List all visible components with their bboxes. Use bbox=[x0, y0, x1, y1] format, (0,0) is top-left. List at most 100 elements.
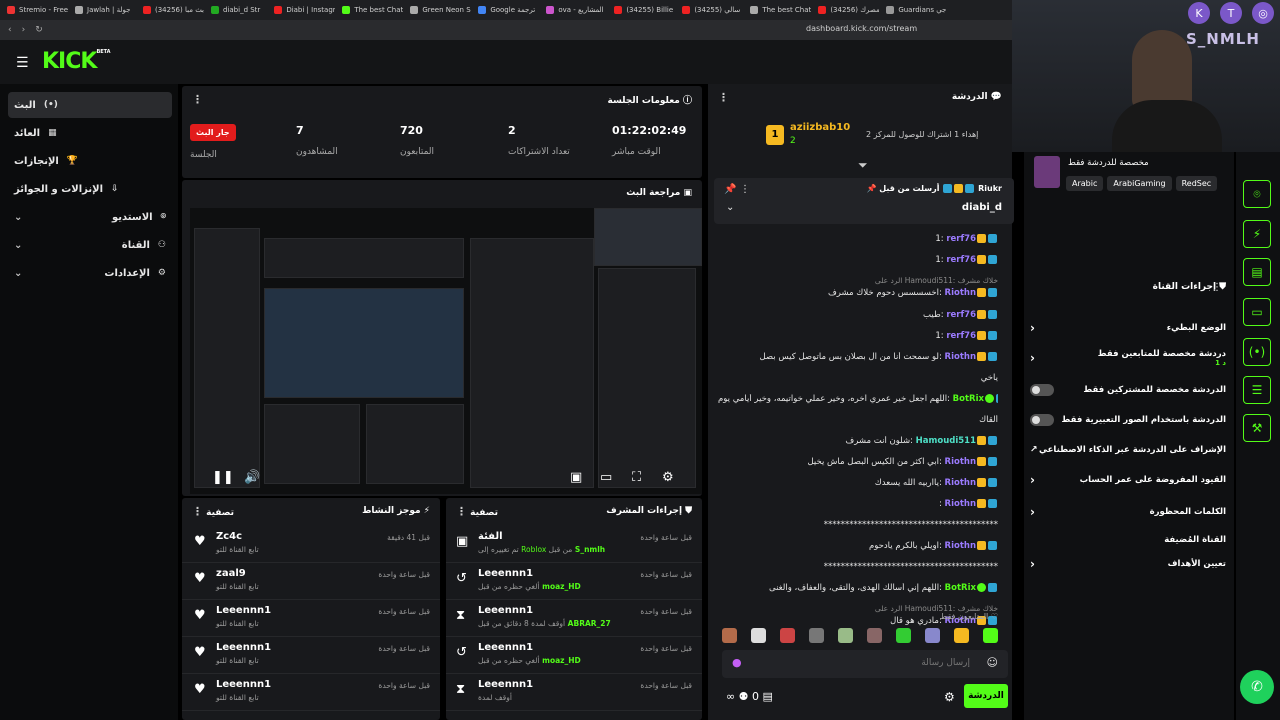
activity-row[interactable]: ♥ Leeennn1 تابع القناة للتو قبل ساعة واحدة bbox=[182, 600, 440, 637]
filter-button[interactable]: تصفية bbox=[206, 508, 234, 518]
sidebar-item[interactable]: الإنجازات 🏆 bbox=[8, 148, 172, 174]
sidebar-item[interactable]: الإنزالات و الجوائز ⇩ bbox=[8, 176, 172, 202]
mod-action-row[interactable]: ↺ Leeennn1 ألغي حظره من قبل moaz_HD قبل ساع… bbox=[446, 563, 702, 600]
sidebar-item[interactable]: الإعدادات ⚙ ⌄ bbox=[8, 260, 172, 286]
kebab-icon[interactable]: ⋮ bbox=[718, 91, 729, 104]
volume-icon[interactable]: 🔊 bbox=[244, 470, 260, 485]
browser-tab[interactable]: The best Chatb bbox=[335, 0, 403, 20]
emote-icon[interactable] bbox=[838, 628, 853, 643]
settings-icon[interactable]: ⚙ bbox=[944, 690, 955, 704]
mod-action-moderator[interactable]: S_nmlh bbox=[572, 545, 605, 554]
camera-icon[interactable]: ⌾ bbox=[1243, 180, 1271, 208]
forward-icon[interactable]: › bbox=[22, 25, 26, 35]
sidebar-item[interactable]: العائد ▦ bbox=[8, 120, 172, 146]
kebab-icon[interactable]: ⋮ bbox=[192, 505, 203, 518]
activity-row[interactable]: ♥ Zc4c تابع القناة للتو قبل 41 دقيقة bbox=[182, 526, 440, 563]
mic-icon[interactable]: ● bbox=[732, 656, 742, 669]
browser-tab[interactable]: Jawlah | جولة bbox=[68, 0, 136, 20]
channel-action-item[interactable]: › دردشة مخصصة للمتابعين فقط 1 د bbox=[1030, 346, 1226, 370]
whatsapp-icon[interactable]: ✆ bbox=[1240, 670, 1274, 704]
channel-action-item[interactable]: › الكلمات المحظورة bbox=[1030, 500, 1226, 524]
chevron-down-icon[interactable]: ⌄ bbox=[726, 202, 734, 213]
mod-action-row[interactable]: ↺ Leeennn1 ألغي حظره من قبل moaz_HD قبل ساع… bbox=[446, 637, 702, 674]
chat-username[interactable]: BotRix bbox=[945, 583, 976, 593]
browser-tab[interactable]: ova - المشاريع bbox=[539, 0, 607, 20]
chat-username[interactable]: Riothn bbox=[945, 541, 976, 551]
browser-tab[interactable]: Green Neon Sc bbox=[403, 0, 471, 20]
pause-icon[interactable]: ❚❚ bbox=[212, 470, 234, 485]
chevron-right-icon[interactable]: › bbox=[1030, 321, 1035, 335]
mod-action-user[interactable]: Leeennn1 bbox=[478, 679, 533, 690]
chat-input[interactable]: إرسال رسالة ☺ ● bbox=[722, 650, 1008, 678]
browser-tab[interactable]: Stremio - Free bbox=[0, 0, 68, 20]
settings-icon[interactable]: ⚙ bbox=[662, 470, 674, 485]
top-gifter-user[interactable]: aziizbab10 bbox=[790, 122, 850, 133]
document-icon[interactable]: ▤ bbox=[1243, 258, 1271, 286]
sidebar-item[interactable]: القناة ⚇ ⌄ bbox=[8, 232, 172, 258]
mod-action-moderator[interactable]: moaz_HD bbox=[540, 656, 581, 665]
emote-icon[interactable] bbox=[722, 628, 737, 643]
browser-tab[interactable]: The best Chatb bbox=[743, 0, 811, 20]
toggle-switch[interactable] bbox=[1030, 384, 1054, 396]
mod-action-moderator[interactable]: ABRAR_27 bbox=[565, 619, 611, 628]
browser-tab[interactable]: Guardians اجي bbox=[879, 0, 947, 20]
channel-action-item[interactable]: › الوضع البطيء bbox=[1030, 316, 1226, 340]
activity-user[interactable]: Leeennn1 bbox=[216, 679, 271, 690]
mod-action-row[interactable]: ⧗ Leeennn1 أوقف لمدة قبل ساعة واحدة bbox=[446, 674, 702, 711]
mod-action-moderator[interactable]: moaz_HD bbox=[540, 582, 581, 591]
activity-user[interactable]: Leeennn1 bbox=[216, 642, 271, 653]
chevron-right-icon[interactable]: › bbox=[1030, 557, 1035, 571]
activity-user[interactable]: zaal9 bbox=[216, 568, 246, 579]
browser-tab[interactable]: (34255) Billie E bbox=[607, 0, 675, 20]
emote-icon[interactable] bbox=[925, 628, 940, 643]
mod-action-row[interactable]: ▣ الفئة تم تغييره إلى Roblox من قبل S_nmlh… bbox=[446, 526, 702, 563]
kick-logo[interactable]: KICKBETA bbox=[42, 49, 111, 74]
emote-icon[interactable] bbox=[954, 628, 969, 643]
chat-username[interactable]: Riothn bbox=[945, 457, 976, 467]
broadcast-icon[interactable]: (•) bbox=[1243, 338, 1271, 366]
emote-icon[interactable] bbox=[751, 628, 766, 643]
kebab-icon[interactable]: ⋮ bbox=[1212, 282, 1222, 293]
chat-tools[interactable]: ∞ ⚉ 0 ▤ bbox=[726, 690, 773, 703]
activity-row[interactable]: ♥ Leeennn1 تابع القناة للتو قبل ساعة واحدة bbox=[182, 637, 440, 674]
theater-icon[interactable]: ▭ bbox=[600, 470, 612, 485]
mod-action-user[interactable]: Leeennn1 bbox=[478, 568, 533, 579]
chat-username[interactable]: rerf76 bbox=[946, 234, 976, 244]
sidebar-item[interactable]: الاستديو ⌾ ⌄ bbox=[8, 204, 172, 230]
fullscreen-icon[interactable]: ⛶ bbox=[632, 470, 641, 485]
chat-username[interactable]: Riothn bbox=[945, 499, 976, 509]
browser-tab[interactable]: (34256) بث مبا bbox=[136, 0, 204, 20]
channel-action-item[interactable]: › القيود المفروضة على عمر الحساب bbox=[1030, 468, 1226, 492]
channel-action-toggle[interactable]: الدردشة باستخدام الصور التعبيرية فقط bbox=[1030, 408, 1226, 432]
url-text[interactable]: dashboard.kick.com/stream bbox=[806, 24, 917, 33]
pinned-message[interactable]: 📌 أرسلت من قبل Riukr 📌 ⋮ diabi_d ⌄ bbox=[714, 178, 1014, 224]
channel-action-toggle[interactable]: الدردشة مخصصة للمشتركين فقط bbox=[1030, 378, 1226, 402]
browser-tab[interactable]: Google ترجمة bbox=[471, 0, 539, 20]
tag-chip[interactable]: ArabiGaming bbox=[1107, 176, 1172, 191]
chat-username[interactable]: rerf76 bbox=[946, 255, 976, 265]
chat-username[interactable]: Hamoudi511 bbox=[916, 436, 976, 446]
chevron-right-icon[interactable]: › bbox=[1030, 505, 1035, 519]
wrench-icon[interactable]: ⚒ bbox=[1243, 414, 1271, 442]
activity-user[interactable]: Zc4c bbox=[216, 531, 242, 542]
channel-action-item[interactable]: ↗ الإشراف على الدردشة عبر الذكاء الاصطناع… bbox=[1030, 438, 1226, 462]
chat-username[interactable]: rerf76 bbox=[946, 310, 976, 320]
sidebar-item[interactable]: البث (•) bbox=[8, 92, 172, 118]
menu-icon[interactable]: ☰ bbox=[16, 55, 29, 71]
mod-action-user[interactable]: Leeennn1 bbox=[478, 642, 533, 653]
mod-action-user[interactable]: Leeennn1 bbox=[478, 605, 533, 616]
emote-icon[interactable] bbox=[896, 628, 911, 643]
chevron-right-icon[interactable]: › bbox=[1030, 473, 1035, 487]
chat-username[interactable]: Riothn bbox=[945, 352, 976, 362]
filter-icon[interactable]: ⏷ bbox=[858, 158, 868, 173]
channel-action-item[interactable]: › تعيين الأهداف bbox=[1030, 552, 1226, 576]
send-chat-button[interactable]: الدردشة bbox=[964, 684, 1008, 708]
toggle-switch[interactable] bbox=[1030, 414, 1054, 426]
tag-chip[interactable]: RedSec bbox=[1175, 176, 1218, 191]
mod-action-user[interactable]: الفئة bbox=[478, 531, 503, 542]
stream-preview-video[interactable] bbox=[190, 208, 702, 494]
activity-user[interactable]: Leeennn1 bbox=[216, 605, 271, 616]
external-link-icon[interactable]: ↗ bbox=[1030, 445, 1038, 455]
browser-tab[interactable]: Diabi | Instagr bbox=[267, 0, 335, 20]
kebab-icon[interactable]: ⋮ bbox=[740, 184, 750, 195]
